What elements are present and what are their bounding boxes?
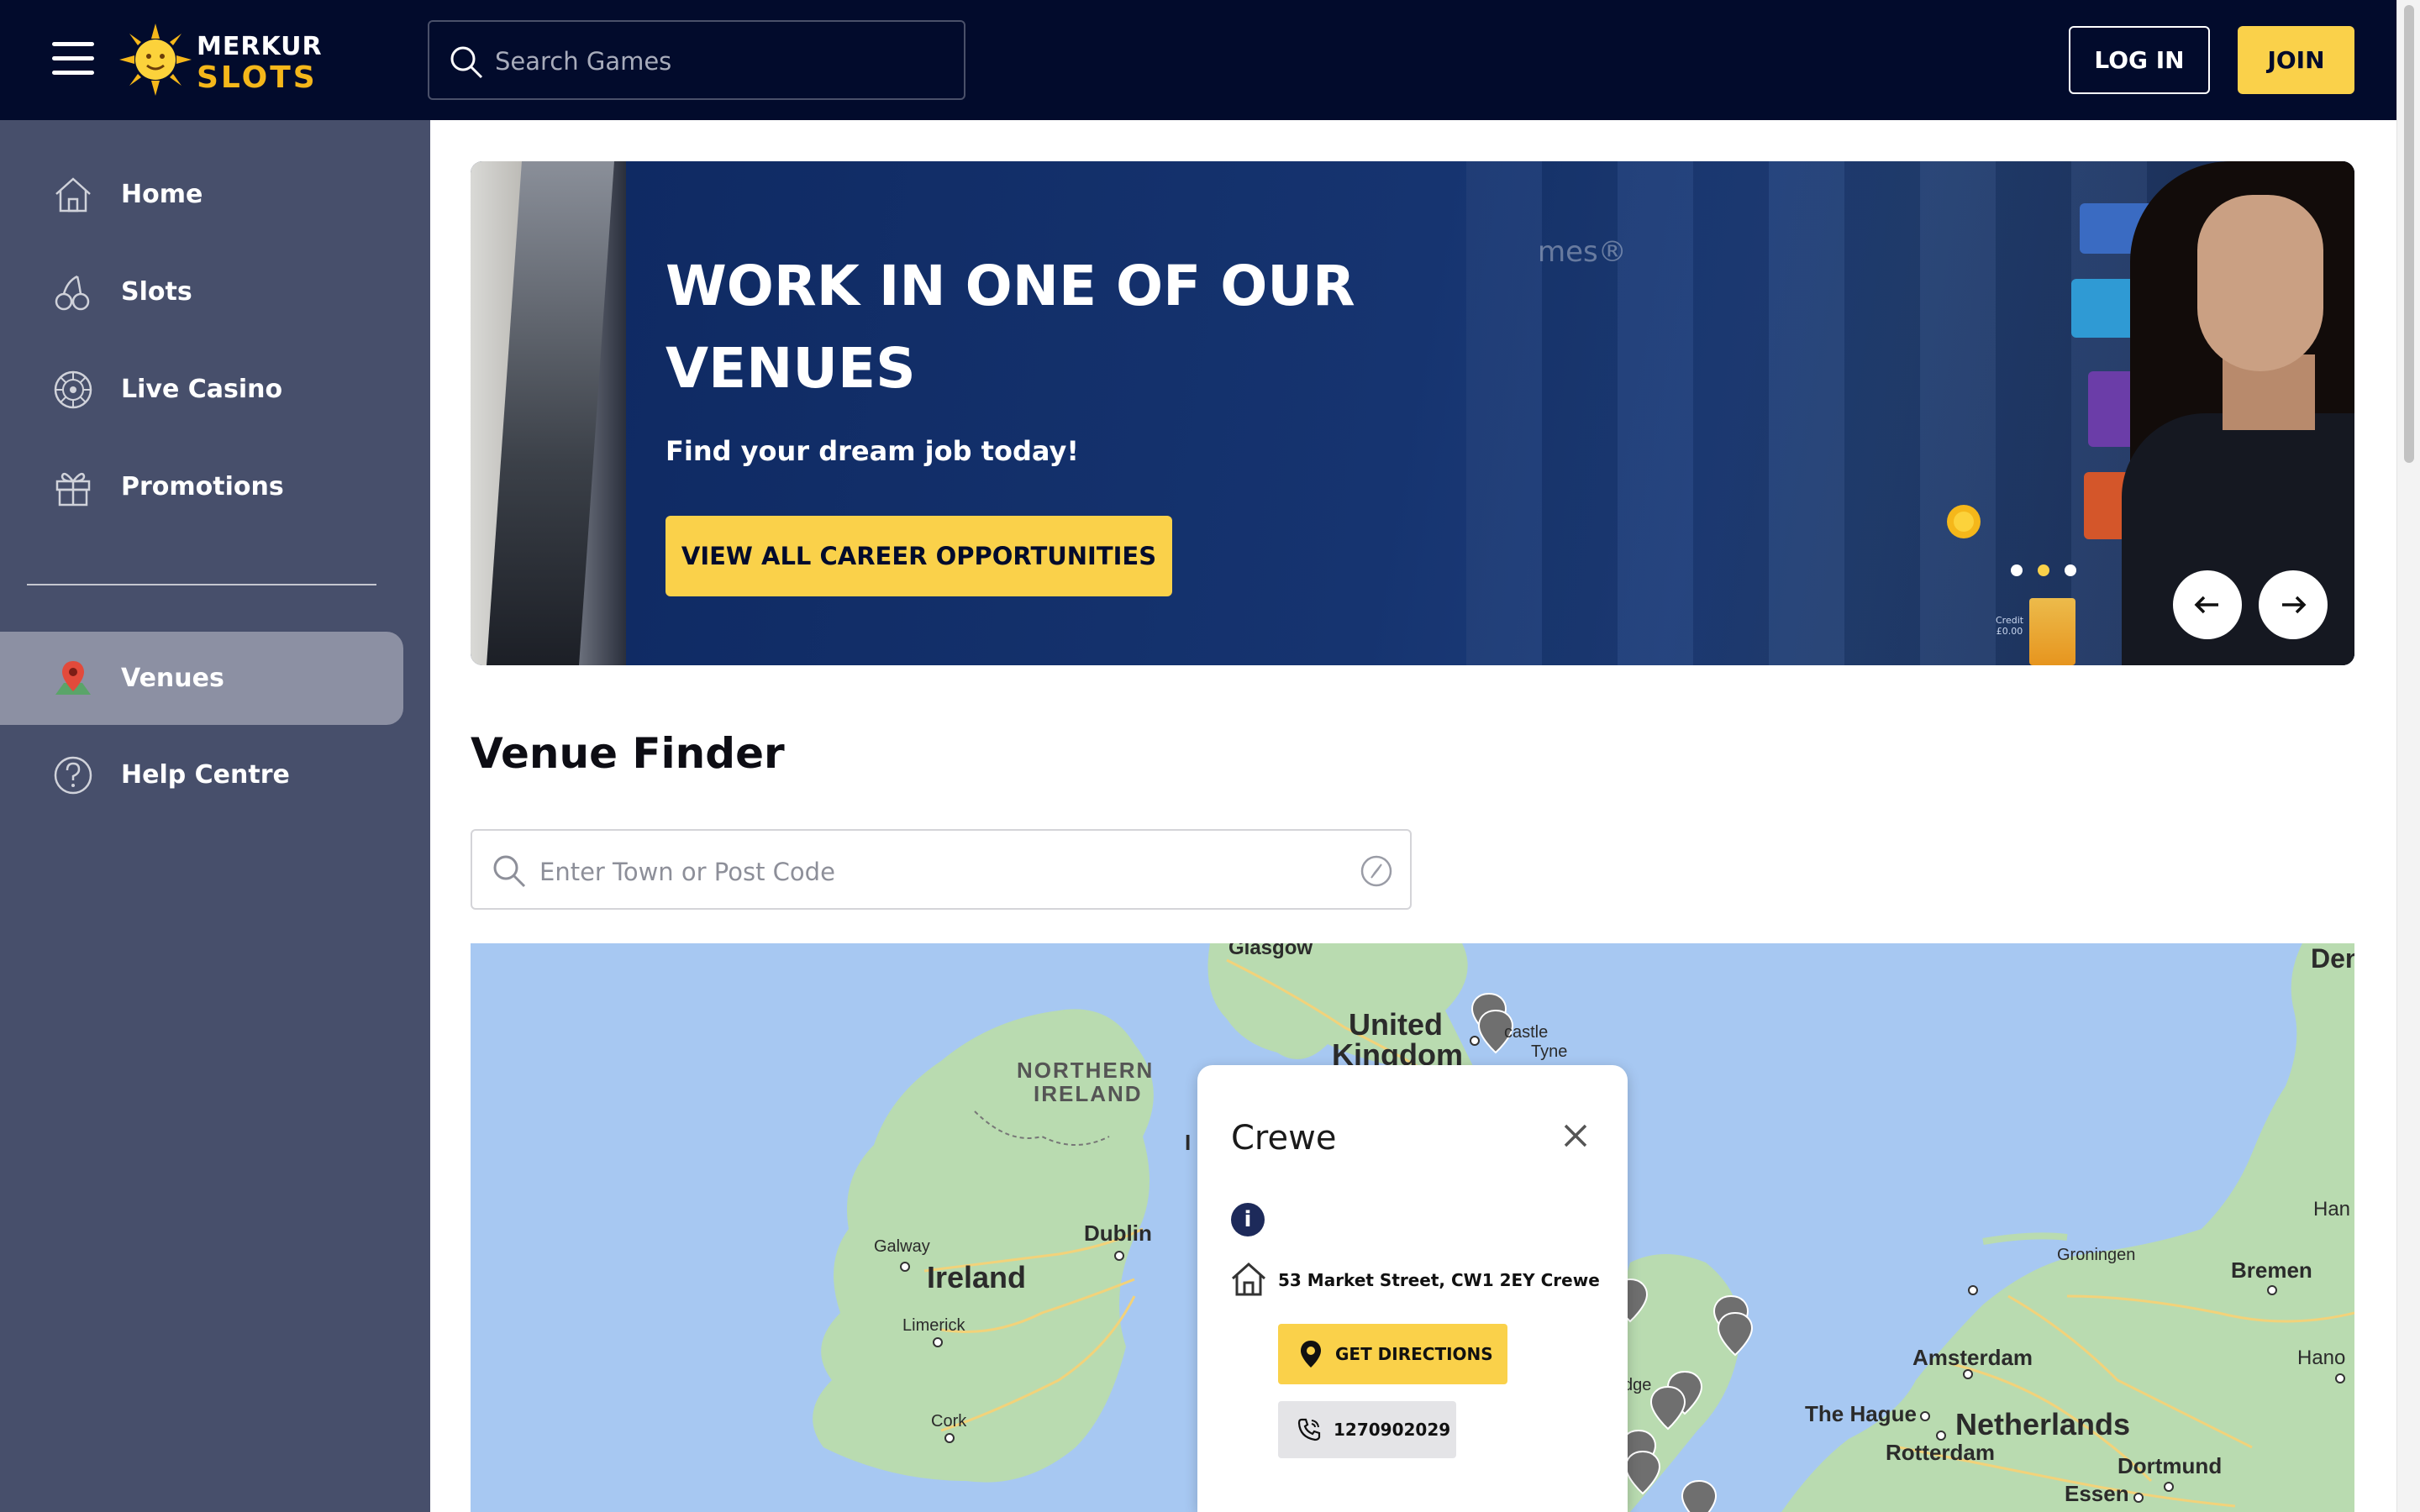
search-icon xyxy=(493,855,526,888)
hamburger-menu-icon[interactable] xyxy=(52,42,94,76)
venue-phone-number: 1270902029 xyxy=(1334,1420,1451,1440)
gift-icon xyxy=(55,472,91,506)
arrow-right-icon xyxy=(2282,596,2307,614)
map-label-amsterdam: Amsterdam xyxy=(1912,1345,2033,1370)
map-label-hano: Hano xyxy=(2297,1347,2346,1369)
credit-display: Credit £0.00 xyxy=(1996,615,2023,637)
search-games-input[interactable]: Search Games xyxy=(428,20,965,100)
carousel-next-button[interactable] xyxy=(2259,570,2328,639)
cherries-icon xyxy=(55,275,90,310)
roulette-wheel-icon xyxy=(54,370,92,408)
sidebar-item-help-centre[interactable]: Help Centre xyxy=(0,728,403,822)
sidebar-item-label: Home xyxy=(121,180,203,209)
venue-address: 53 Market Street, CW1 2EY Crewe xyxy=(1278,1270,1600,1290)
view-career-opportunities-button[interactable]: VIEW ALL CAREER OPPORTUNITIES xyxy=(666,516,1172,596)
info-icon[interactable]: i xyxy=(1231,1203,1265,1236)
home-address-icon xyxy=(1231,1262,1266,1296)
sidebar-item-label: Live Casino xyxy=(121,375,283,404)
credit-value: £0.00 xyxy=(1996,626,2023,637)
sun-logo-icon xyxy=(119,24,192,96)
sidebar-item-promotions[interactable]: Promotions xyxy=(0,440,403,533)
map-label-essen: Essen xyxy=(2065,1481,2129,1506)
machine-brand-text: mes® xyxy=(1538,235,1627,269)
sidebar-item-live-casino[interactable]: Live Casino xyxy=(0,343,403,436)
map-label-partial: I xyxy=(1185,1130,1192,1155)
arrow-left-icon xyxy=(2194,596,2218,614)
venue-name: Crewe xyxy=(1231,1119,1337,1158)
map-label-netherlands: Netherlands xyxy=(1955,1407,2131,1441)
map-label-dublin: Dublin xyxy=(1084,1221,1152,1246)
carousel-dot-2-active[interactable] xyxy=(2038,564,2049,576)
map-label-the-hague: The Hague xyxy=(1805,1401,1917,1426)
sidebar-item-label: Venues xyxy=(121,664,224,693)
venue-finder-title: Venue Finder xyxy=(471,729,785,778)
map-pin-icon xyxy=(55,660,91,695)
sidebar-divider xyxy=(27,584,376,585)
get-directions-button[interactable]: GET DIRECTIONS xyxy=(1278,1324,1507,1384)
previous-slide-peek xyxy=(471,161,626,665)
compass-location-icon[interactable] xyxy=(1358,853,1395,890)
top-header: MERKUR SLOTS Search Games LOG IN JOIN xyxy=(0,0,2396,120)
search-icon xyxy=(450,46,483,79)
sidebar: Home Slots Live Casino Promotions Venues… xyxy=(0,120,430,1512)
banner-subtitle: Find your dream job today! xyxy=(666,435,1079,467)
sidebar-item-venues[interactable]: Venues xyxy=(0,632,403,725)
login-button[interactable]: LOG IN xyxy=(2069,26,2210,94)
map-label-northern: NORTHERN xyxy=(1017,1058,1155,1083)
get-directions-label: GET DIRECTIONS xyxy=(1335,1344,1493,1364)
sidebar-item-label: Help Centre xyxy=(121,760,290,790)
search-games-placeholder: Search Games xyxy=(495,47,672,76)
map-label-dge: dge xyxy=(1623,1376,1652,1394)
join-button[interactable]: JOIN xyxy=(2238,26,2354,94)
sidebar-item-slots[interactable]: Slots xyxy=(0,245,403,339)
map-label-bremen: Bremen xyxy=(2231,1257,2312,1283)
map-label-ireland-region: IRELAND xyxy=(1034,1081,1143,1106)
map-label-cork: Cork xyxy=(931,1412,967,1431)
merkur-slots-logo[interactable]: MERKUR SLOTS xyxy=(119,22,322,97)
sidebar-item-home[interactable]: Home xyxy=(0,148,403,241)
sidebar-item-label: Promotions xyxy=(121,472,284,501)
map-label-limerick: Limerick xyxy=(902,1316,965,1335)
orange-drink-image xyxy=(2029,598,2075,665)
map-label-tyne: Tyne xyxy=(1531,1042,1568,1061)
home-icon xyxy=(55,176,91,212)
map-label-dortmund: Dortmund xyxy=(2118,1453,2223,1478)
question-icon xyxy=(54,756,92,794)
banner-title: WORK IN ONE OF OUR VENUES xyxy=(666,254,1355,401)
map-label-galway: Galway xyxy=(874,1237,930,1256)
carousel-prev-button[interactable] xyxy=(2173,570,2242,639)
scrollbar-thumb[interactable] xyxy=(2404,5,2414,463)
map-label-rotterdam: Rotterdam xyxy=(1886,1440,1996,1465)
venue-info-popup: Crewe i 53 Market Street, CW1 2EY Crewe … xyxy=(1197,1065,1628,1512)
credit-label: Credit xyxy=(1996,615,2024,626)
page-scrollbar[interactable] xyxy=(2396,0,2420,1512)
carousel-dot-1[interactable] xyxy=(2011,564,2023,576)
close-icon[interactable] xyxy=(1559,1119,1592,1152)
phone-icon xyxy=(1297,1418,1321,1441)
map-label-newcastle: castle xyxy=(1504,1023,1549,1042)
map-label-den: Den xyxy=(2311,943,2354,974)
map-label-groningen: Groningen xyxy=(2057,1246,2136,1264)
logo-text-slots: SLOTS xyxy=(197,60,318,95)
map-label-glasgow: Glasgow xyxy=(1228,943,1313,959)
logo-text-merkur: MERKUR xyxy=(197,32,323,61)
map-label-ireland: Ireland xyxy=(927,1260,1027,1294)
map-label-han: Han xyxy=(2313,1198,2351,1221)
sidebar-item-label: Slots xyxy=(121,277,192,307)
venue-search-placeholder: Enter Town or Post Code xyxy=(539,858,835,886)
merkur-sun-badge-icon xyxy=(1947,505,1981,538)
venue-search-input[interactable]: Enter Town or Post Code xyxy=(471,829,1412,910)
location-pin-icon xyxy=(1301,1341,1321,1368)
phone-button[interactable]: 1270902029 xyxy=(1278,1401,1456,1458)
carousel-dot-3[interactable] xyxy=(2065,564,2076,576)
